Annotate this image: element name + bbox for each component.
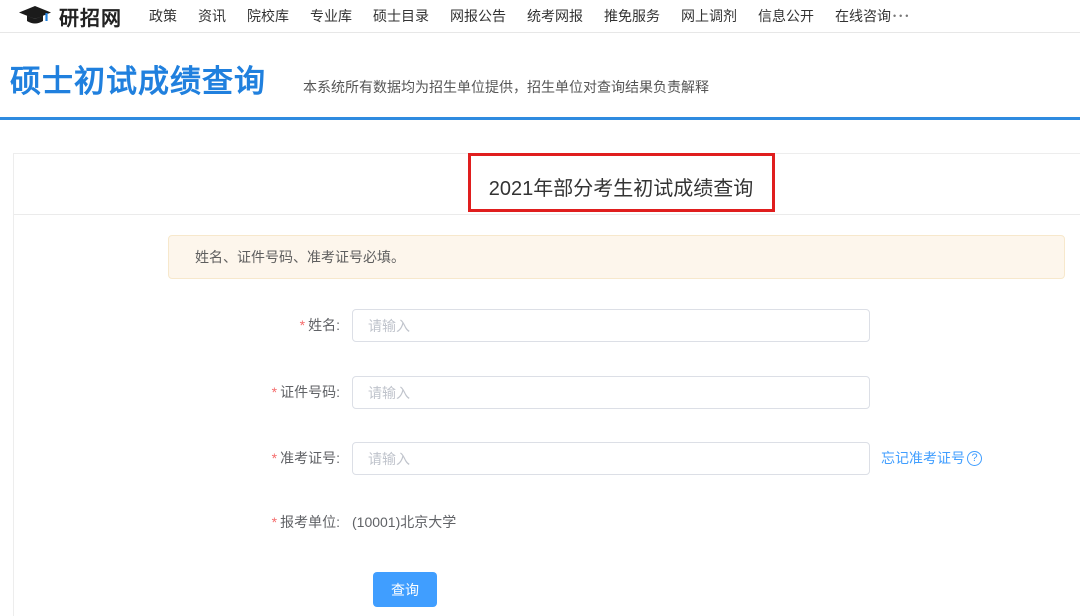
admission-ticket-label: *准考证号: <box>134 442 340 475</box>
institution-value: (10001)北京大学 <box>352 512 456 532</box>
page-subtitle: 本系统所有数据均为招生单位提供，招生单位对查询结果负责解释 <box>303 77 709 97</box>
forgot-ticket-link[interactable]: 忘记准考证号 ? <box>881 442 982 475</box>
query-panel: 2021年部分考生初试成绩查询 姓名、证件号码、准考证号必填。 *姓名: *证件… <box>13 153 1080 616</box>
query-submit-button[interactable]: 查询 <box>373 572 437 607</box>
alert-text: 姓名、证件号码、准考证号必填。 <box>195 247 405 267</box>
name-label: *姓名: <box>134 309 340 342</box>
required-asterisk: * <box>272 384 277 400</box>
nav-item-专业库[interactable]: 专业库 <box>310 6 352 26</box>
help-question-icon[interactable]: ? <box>967 451 982 466</box>
name-input[interactable] <box>352 309 870 342</box>
required-fields-alert: 姓名、证件号码、准考证号必填。 <box>168 235 1065 279</box>
institution-label: *报考单位: <box>134 512 340 532</box>
logo-text: 研招网 <box>59 2 122 31</box>
nav-item-在线咨询[interactable]: 在线咨询 <box>835 6 891 26</box>
nav-item-网报公告[interactable]: 网报公告 <box>450 6 506 26</box>
admission-ticket-input[interactable] <box>352 442 870 475</box>
page-title: 硕士初试成绩查询 <box>10 56 266 101</box>
panel-heading: 2021年部分考生初试成绩查询 <box>489 172 754 201</box>
nav-item-院校库[interactable]: 院校库 <box>247 6 289 26</box>
nav-item-网上调剂[interactable]: 网上调剂 <box>681 6 737 26</box>
nav-more-button[interactable]: ••• <box>893 11 911 21</box>
required-asterisk: * <box>300 317 305 333</box>
nav-item-硕士目录[interactable]: 硕士目录 <box>373 6 429 26</box>
site-logo[interactable]: 研招网 <box>18 2 122 31</box>
panel-heading-row: 2021年部分考生初试成绩查询 <box>14 154 1080 215</box>
blue-divider <box>0 117 1080 120</box>
main-nav: 政策 资讯 院校库 专业库 硕士目录 网报公告 统考网报 推免服务 网上调剂 信息公开 在线咨询 <box>149 6 891 26</box>
required-asterisk: * <box>272 514 277 530</box>
id-number-label: *证件号码: <box>134 376 340 409</box>
top-navigation-bar: 研招网 政策 资讯 院校库 专业库 硕士目录 网报公告 统考网报 推免服务 网上调剂 信息公开 在线… <box>0 0 1080 33</box>
nav-item-统考网报[interactable]: 统考网报 <box>527 6 583 26</box>
nav-item-信息公开[interactable]: 信息公开 <box>758 6 814 26</box>
nav-item-政策[interactable]: 政策 <box>149 6 177 26</box>
nav-item-推免服务[interactable]: 推免服务 <box>604 6 660 26</box>
graduation-cap-icon <box>18 5 52 27</box>
id-number-input[interactable] <box>352 376 870 409</box>
nav-item-资讯[interactable]: 资讯 <box>198 6 226 26</box>
required-asterisk: * <box>272 450 277 466</box>
